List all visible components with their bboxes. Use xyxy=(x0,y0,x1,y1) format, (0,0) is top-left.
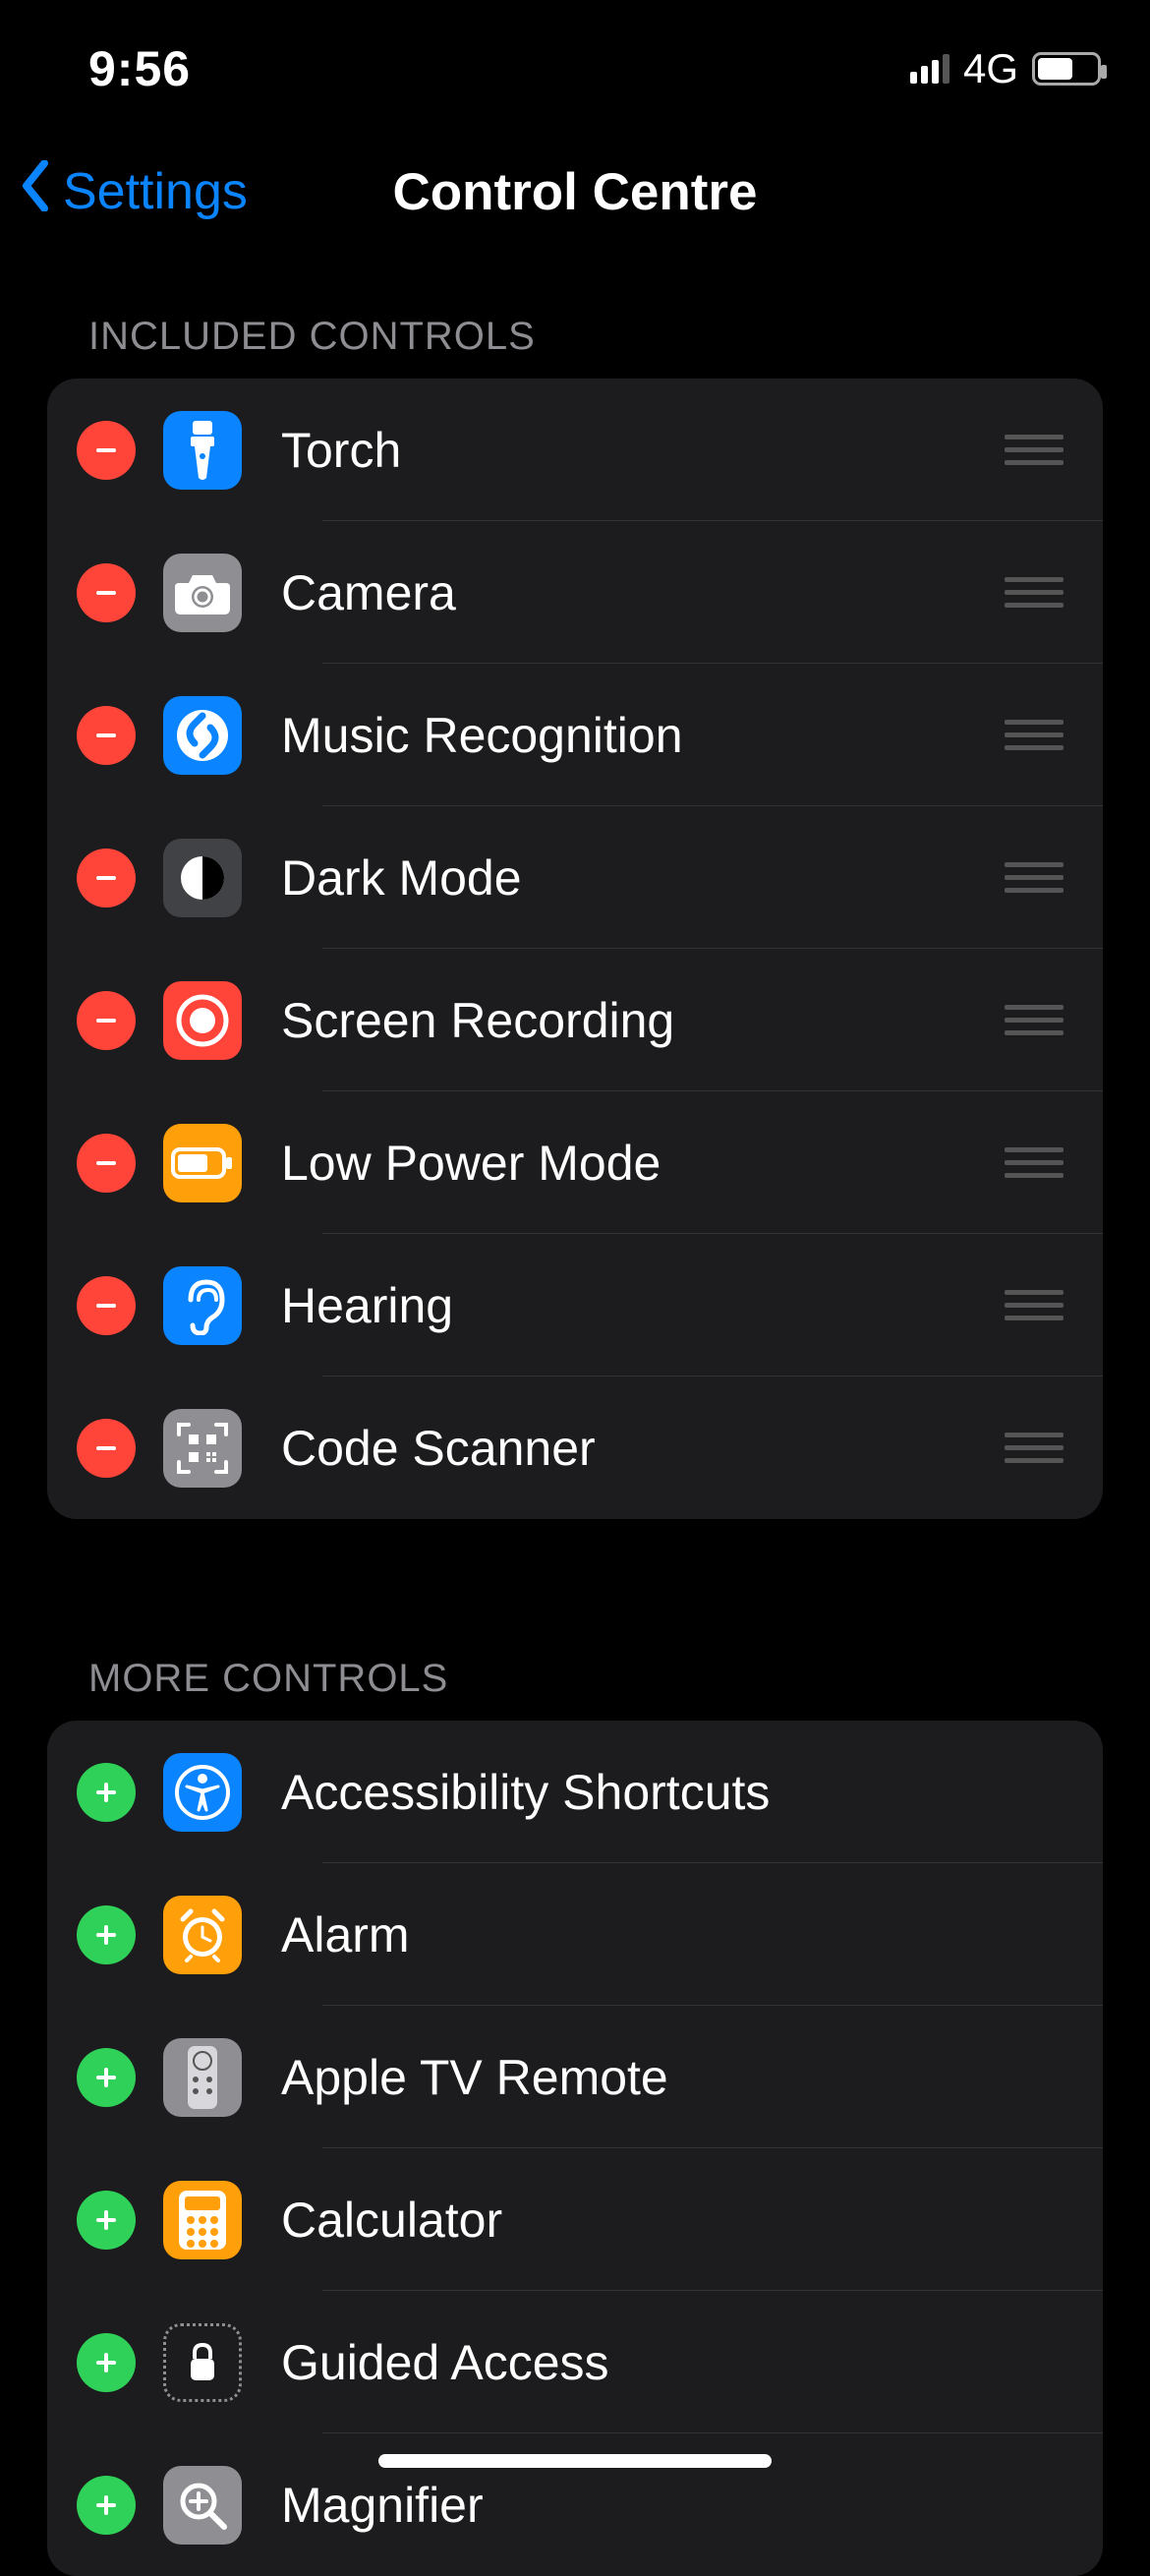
add-button[interactable] xyxy=(77,1763,136,1822)
row-label: Hearing xyxy=(281,1277,1005,1334)
dark-mode-icon xyxy=(163,839,242,917)
back-label: Settings xyxy=(63,162,248,221)
row-label: Alarm xyxy=(281,1906,1103,1963)
row-label: Dark Mode xyxy=(281,849,1005,907)
row-dark-mode[interactable]: Dark Mode xyxy=(47,806,1103,949)
row-label: Apple TV Remote xyxy=(281,2049,1103,2106)
row-calculator[interactable]: Calculator xyxy=(47,2148,1103,2291)
remove-button[interactable] xyxy=(77,706,136,765)
status-right: 4G xyxy=(910,45,1101,92)
drag-handle-icon[interactable] xyxy=(1005,1433,1064,1463)
drag-handle-icon[interactable] xyxy=(1005,1290,1064,1320)
camera-icon xyxy=(163,554,242,632)
row-low-power-mode[interactable]: Low Power Mode xyxy=(47,1091,1103,1234)
row-label: Low Power Mode xyxy=(281,1135,1005,1192)
nav-header: Settings Control Centre xyxy=(0,118,1150,265)
remove-button[interactable] xyxy=(77,421,136,480)
low-power-mode-icon xyxy=(163,1124,242,1202)
row-code-scanner[interactable]: Code Scanner xyxy=(47,1376,1103,1519)
torch-icon xyxy=(163,411,242,490)
remove-button[interactable] xyxy=(77,1276,136,1335)
row-label: Calculator xyxy=(281,2192,1103,2249)
battery-icon xyxy=(1032,52,1101,86)
shazam-icon xyxy=(163,696,242,775)
magnifier-icon xyxy=(163,2466,242,2545)
drag-handle-icon[interactable] xyxy=(1005,577,1064,608)
home-indicator[interactable] xyxy=(378,2454,772,2468)
page-title: Control Centre xyxy=(393,162,758,222)
drag-handle-icon[interactable] xyxy=(1005,720,1064,750)
network-label: 4G xyxy=(963,45,1018,92)
row-label: Guided Access xyxy=(281,2334,1103,2391)
screen-recording-icon xyxy=(163,981,242,1060)
apple-tv-remote-icon xyxy=(163,2038,242,2117)
row-alarm[interactable]: Alarm xyxy=(47,1863,1103,2006)
row-label: Screen Recording xyxy=(281,992,1005,1049)
row-music-recognition[interactable]: Music Recognition xyxy=(47,664,1103,806)
add-button[interactable] xyxy=(77,2048,136,2107)
add-button[interactable] xyxy=(77,2191,136,2250)
drag-handle-icon[interactable] xyxy=(1005,1005,1064,1035)
accessibility-icon xyxy=(163,1753,242,1832)
row-torch[interactable]: Torch xyxy=(47,379,1103,521)
more-controls-group: Accessibility Shortcuts Alarm Apple TV R… xyxy=(47,1721,1103,2576)
hearing-icon xyxy=(163,1266,242,1345)
row-guided-access[interactable]: Guided Access xyxy=(47,2291,1103,2433)
add-button[interactable] xyxy=(77,2333,136,2392)
row-label: Music Recognition xyxy=(281,707,1005,764)
code-scanner-icon xyxy=(163,1409,242,1488)
remove-button[interactable] xyxy=(77,1134,136,1193)
status-time: 9:56 xyxy=(88,40,191,97)
row-hearing[interactable]: Hearing xyxy=(47,1234,1103,1376)
remove-button[interactable] xyxy=(77,991,136,1050)
drag-handle-icon[interactable] xyxy=(1005,435,1064,465)
status-bar: 9:56 4G xyxy=(0,0,1150,118)
row-apple-tv-remote[interactable]: Apple TV Remote xyxy=(47,2006,1103,2148)
add-button[interactable] xyxy=(77,2476,136,2535)
section-header-included: Included Controls xyxy=(0,265,1150,379)
section-header-more: More Controls xyxy=(0,1519,1150,1721)
calculator-icon xyxy=(163,2181,242,2259)
alarm-icon xyxy=(163,1896,242,1974)
remove-button[interactable] xyxy=(77,1419,136,1478)
guided-access-icon xyxy=(163,2323,242,2402)
chevron-left-icon xyxy=(20,160,51,224)
drag-handle-icon[interactable] xyxy=(1005,862,1064,893)
row-label: Accessibility Shortcuts xyxy=(281,1764,1103,1821)
row-label: Camera xyxy=(281,564,1005,621)
row-label: Magnifier xyxy=(281,2477,1103,2534)
row-accessibility-shortcuts[interactable]: Accessibility Shortcuts xyxy=(47,1721,1103,1863)
back-button[interactable]: Settings xyxy=(20,160,248,224)
remove-button[interactable] xyxy=(77,563,136,622)
remove-button[interactable] xyxy=(77,849,136,907)
row-label: Torch xyxy=(281,422,1005,479)
row-label: Code Scanner xyxy=(281,1420,1005,1477)
cellular-signal-icon xyxy=(910,54,949,84)
row-screen-recording[interactable]: Screen Recording xyxy=(47,949,1103,1091)
add-button[interactable] xyxy=(77,1905,136,1964)
row-camera[interactable]: Camera xyxy=(47,521,1103,664)
included-controls-group: Torch Camera Music Recognition Dark xyxy=(47,379,1103,1519)
drag-handle-icon[interactable] xyxy=(1005,1147,1064,1178)
